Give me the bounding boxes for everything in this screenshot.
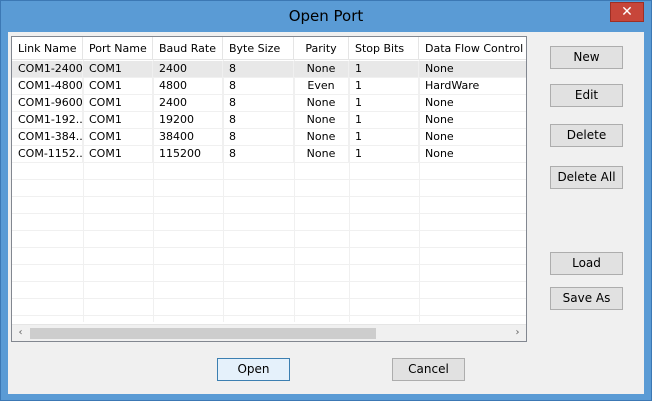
cell-parity: None xyxy=(294,112,349,129)
cell-data-flow-control: None xyxy=(419,61,526,78)
cell-stop-bits: 1 xyxy=(349,112,419,129)
cell-byte-size: 8 xyxy=(223,129,294,146)
dialog-client-area: Link Name Port Name Baud Rate Byte Size … xyxy=(8,32,644,394)
dialog-title: Open Port xyxy=(288,7,364,25)
cell-byte-size: 8 xyxy=(223,112,294,129)
open-port-dialog: Open Port ✕ Link Name Port Name Baud Rat… xyxy=(0,0,652,401)
cell-baud-rate: 2400 xyxy=(153,61,223,78)
cell-baud-rate: 19200 xyxy=(153,112,223,129)
cell-link-name: COM1-384... xyxy=(12,129,83,146)
table-row[interactable]: COM1-4800 COM1 4800 8 Even 1 HardWare xyxy=(12,78,526,95)
open-button[interactable]: Open xyxy=(217,358,290,381)
cell-link-name: COM1-192... xyxy=(12,112,83,129)
new-button[interactable]: New xyxy=(550,46,623,69)
cell-stop-bits: 1 xyxy=(349,129,419,146)
column-header-byte-size[interactable]: Byte Size xyxy=(223,37,294,60)
cell-byte-size: 8 xyxy=(223,78,294,95)
cell-link-name: COM1-2400 xyxy=(12,61,83,78)
cell-port-name: COM1 xyxy=(83,78,153,95)
cell-baud-rate: 2400 xyxy=(153,95,223,112)
cell-data-flow-control: None xyxy=(419,112,526,129)
delete-button[interactable]: Delete xyxy=(550,124,623,147)
cell-parity: Even xyxy=(294,78,349,95)
cell-baud-rate: 115200 xyxy=(153,146,223,163)
edit-button[interactable]: Edit xyxy=(550,84,623,107)
cell-stop-bits: 1 xyxy=(349,78,419,95)
table-row[interactable]: COM1-192... COM1 19200 8 None 1 None xyxy=(12,112,526,129)
cell-link-name: COM-1152... xyxy=(12,146,83,163)
column-header-baud-rate[interactable]: Baud Rate xyxy=(153,37,223,60)
port-table[interactable]: Link Name Port Name Baud Rate Byte Size … xyxy=(11,36,527,342)
scroll-right-arrow-icon[interactable]: › xyxy=(509,325,526,341)
cell-parity: None xyxy=(294,95,349,112)
cell-stop-bits: 1 xyxy=(349,146,419,163)
cell-stop-bits: 1 xyxy=(349,61,419,78)
table-row[interactable]: COM-1152... COM1 115200 8 None 1 None xyxy=(12,146,526,163)
title-bar[interactable]: Open Port ✕ xyxy=(1,1,651,32)
cell-port-name: COM1 xyxy=(83,146,153,163)
cell-data-flow-control: None xyxy=(419,129,526,146)
save-as-button[interactable]: Save As xyxy=(550,287,623,310)
cell-parity: None xyxy=(294,61,349,78)
table-header: Link Name Port Name Baud Rate Byte Size … xyxy=(12,37,526,60)
cell-link-name: COM1-4800 xyxy=(12,78,83,95)
cell-byte-size: 8 xyxy=(223,146,294,163)
column-header-stop-bits[interactable]: Stop Bits xyxy=(349,37,419,60)
cell-data-flow-control: None xyxy=(419,146,526,163)
cell-port-name: COM1 xyxy=(83,61,153,78)
cell-byte-size: 8 xyxy=(223,95,294,112)
table-row[interactable]: COM1-384... COM1 38400 8 None 1 None xyxy=(12,129,526,146)
cell-baud-rate: 38400 xyxy=(153,129,223,146)
scroll-left-arrow-icon[interactable]: ‹ xyxy=(12,325,29,341)
delete-all-button[interactable]: Delete All xyxy=(550,166,623,189)
table-row[interactable]: COM1-2400 COM1 2400 8 None 1 None xyxy=(12,61,526,78)
cell-stop-bits: 1 xyxy=(349,95,419,112)
cell-byte-size: 8 xyxy=(223,61,294,78)
table-row[interactable]: COM1-9600 COM1 2400 8 None 1 None xyxy=(12,95,526,112)
column-header-port-name[interactable]: Port Name xyxy=(83,37,153,60)
column-header-data-flow-control[interactable]: Data Flow Control xyxy=(419,37,526,60)
scroll-thumb[interactable] xyxy=(30,328,376,339)
horizontal-scrollbar[interactable]: ‹ › xyxy=(12,324,526,341)
cell-data-flow-control: HardWare xyxy=(419,78,526,95)
column-header-link-name[interactable]: Link Name xyxy=(12,37,83,60)
cell-port-name: COM1 xyxy=(83,95,153,112)
cell-baud-rate: 4800 xyxy=(153,78,223,95)
cancel-button[interactable]: Cancel xyxy=(392,358,465,381)
cell-data-flow-control: None xyxy=(419,95,526,112)
cell-port-name: COM1 xyxy=(83,129,153,146)
cell-port-name: COM1 xyxy=(83,112,153,129)
cell-parity: None xyxy=(294,146,349,163)
load-button[interactable]: Load xyxy=(550,252,623,275)
cell-link-name: COM1-9600 xyxy=(12,95,83,112)
cell-parity: None xyxy=(294,129,349,146)
close-button[interactable]: ✕ xyxy=(610,2,644,22)
column-header-parity[interactable]: Parity xyxy=(294,37,349,60)
